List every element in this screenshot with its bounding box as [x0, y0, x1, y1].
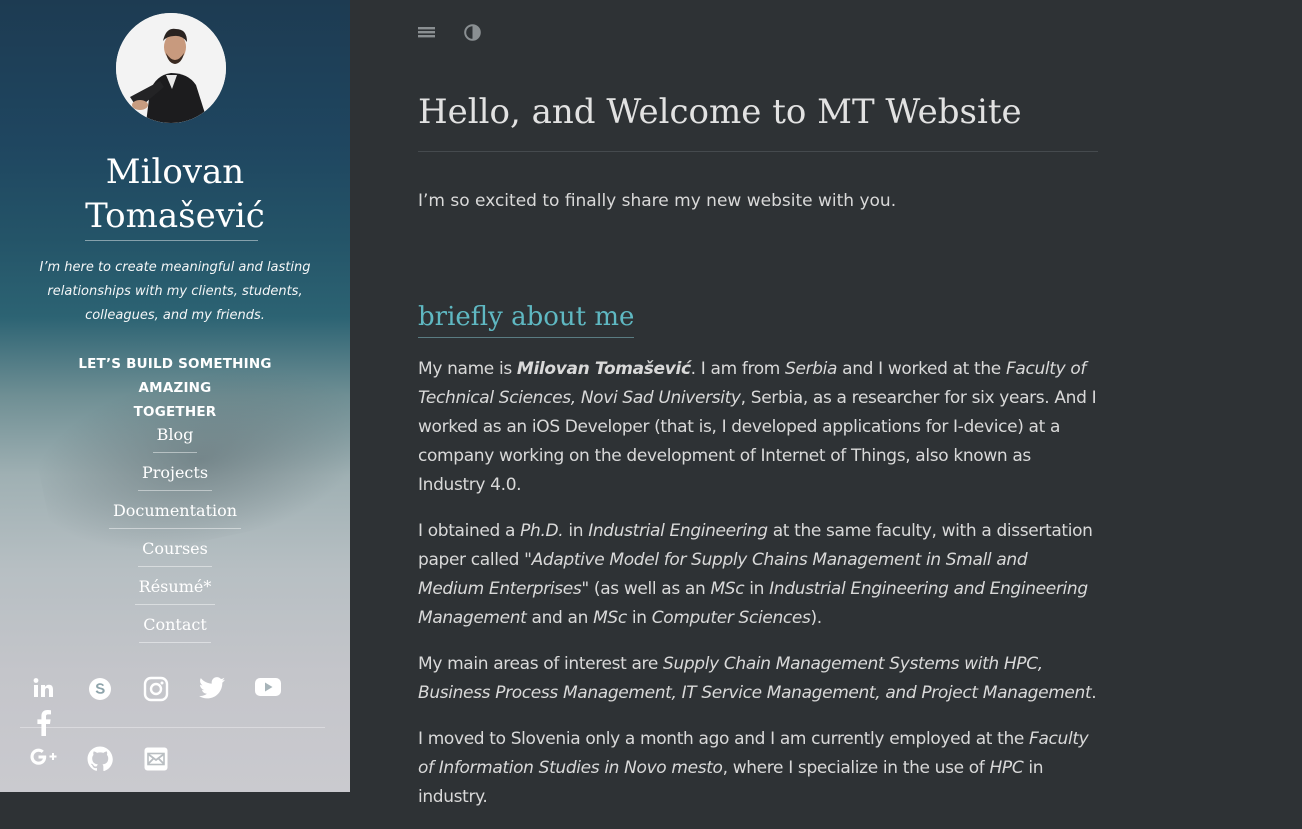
text: and an — [526, 608, 594, 628]
youtube-icon[interactable] — [242, 676, 293, 710]
paragraph-interests: My main areas of interest are Supply Cha… — [418, 650, 1098, 708]
author-name-line2: Tomašević — [85, 196, 265, 236]
nav-item-resume[interactable]: Résumé* — [0, 574, 350, 612]
about-paragraphs: My name is Milovan Tomašević. I am from … — [418, 355, 1098, 829]
tagline: I’m here to create meaningful and lastin… — [30, 256, 320, 328]
paragraph-background: My name is Milovan Tomašević. I am from … — [418, 355, 1098, 500]
sidebar-nav: Blog Projects Documentation Courses Résu… — [0, 422, 350, 650]
skype-icon[interactable] — [74, 676, 125, 710]
tagline-line1: I’m here to create meaningful and lastin… — [39, 260, 311, 275]
title-divider — [418, 151, 1098, 152]
text: ). — [810, 608, 823, 628]
author-name[interactable]: Milovan Tomašević — [0, 150, 350, 238]
text-italic: MSc — [593, 608, 627, 628]
cta-line2: TOGETHER — [133, 404, 217, 420]
author-name-underline — [85, 240, 258, 241]
social-links-row2 — [18, 746, 336, 780]
contrast-icon[interactable] — [464, 24, 481, 45]
call-to-action: LET’S BUILD SOMETHING AMAZING TOGETHER — [40, 352, 310, 424]
text: . I am from — [690, 359, 786, 379]
linkedin-icon[interactable] — [18, 676, 69, 710]
nav-item-documentation[interactable]: Documentation — [0, 498, 350, 536]
instagram-icon[interactable] — [130, 676, 181, 710]
menu-icon[interactable] — [418, 24, 435, 44]
nav-item-label: Projects — [137, 460, 213, 491]
text: in — [744, 579, 770, 599]
text: (as well as an — [588, 579, 711, 599]
nav-item-label: Blog — [152, 422, 198, 453]
nav-item-label: Contact — [139, 612, 211, 643]
text-italic: MSc — [710, 579, 745, 599]
text-bold-italic: Milovan Tomašević — [516, 359, 691, 379]
nav-item-label: Courses — [138, 536, 212, 567]
avatar-photo — [116, 13, 226, 123]
intro-text: I’m so excited to finally share my new w… — [418, 191, 897, 211]
section-heading[interactable]: briefly about me — [418, 299, 635, 338]
nav-item-label: Documentation — [108, 498, 242, 529]
nav-item-projects[interactable]: Projects — [0, 460, 350, 498]
tagline-line3: colleagues, and my friends. — [85, 308, 265, 323]
text: , where I specialize in the use of — [722, 758, 990, 778]
text-italic: Industrial Engineering — [588, 521, 768, 541]
tagline-line2: relationships with my clients, students, — [47, 284, 303, 299]
text-italic: HPC — [989, 758, 1024, 778]
text: I obtained a — [418, 521, 521, 541]
nav-item-blog[interactable]: Blog — [0, 422, 350, 460]
nav-item-label: Résumé* — [134, 574, 216, 605]
nav-item-courses[interactable]: Courses — [0, 536, 350, 574]
page-title: Hello, and Welcome to MT Website — [418, 92, 1022, 132]
github-icon[interactable] — [74, 746, 125, 780]
text: I moved to Slovenia only a month ago and… — [418, 729, 1030, 749]
paragraph-current: I moved to Slovenia only a month ago and… — [418, 725, 1098, 812]
text: and I worked at the — [837, 359, 1006, 379]
sidebar: Milovan Tomašević I’m here to create mea… — [0, 0, 350, 792]
text-italic: Computer Sciences — [651, 608, 811, 628]
paragraph-education: I obtained a Ph.D. in Industrial Enginee… — [418, 517, 1098, 633]
text-italic: Ph.D. — [520, 521, 564, 541]
cta-line1: LET’S BUILD SOMETHING AMAZING — [78, 356, 272, 396]
text-italic: Serbia — [785, 359, 838, 379]
text: . — [1091, 683, 1097, 703]
text: in — [563, 521, 589, 541]
text: My main areas of interest are — [418, 654, 663, 674]
twitter-icon[interactable] — [186, 676, 237, 710]
avatar[interactable] — [116, 13, 226, 123]
text: My name is — [418, 359, 517, 379]
author-name-line1: Milovan — [105, 152, 245, 192]
google-plus-icon[interactable] — [18, 746, 69, 780]
social-links-row1 — [18, 676, 336, 744]
text: in — [626, 608, 652, 628]
nav-item-contact[interactable]: Contact — [0, 612, 350, 650]
email-icon[interactable] — [130, 746, 181, 780]
social-divider — [20, 727, 325, 728]
